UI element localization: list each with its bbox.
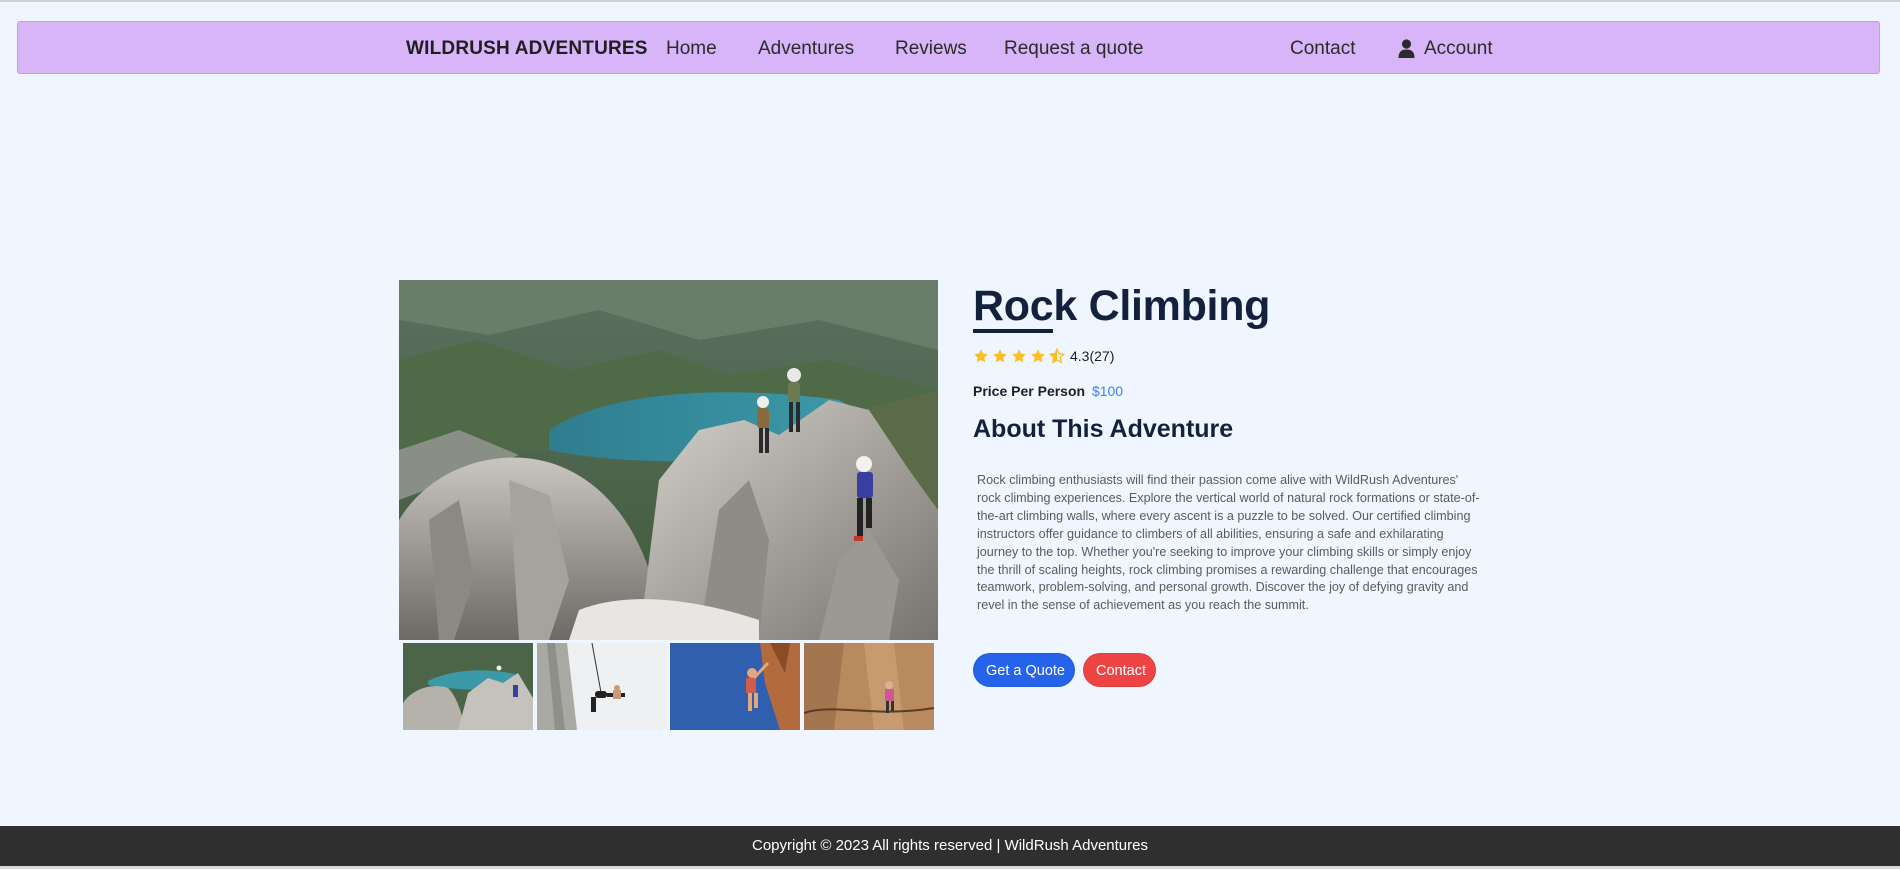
star-half-icon xyxy=(1049,348,1065,364)
star-full-icon xyxy=(1011,348,1027,364)
star-full-icon xyxy=(973,348,989,364)
rating-score: 4.3(27) xyxy=(1070,348,1115,364)
user-icon xyxy=(1398,39,1415,58)
navbar: WILDRUSH ADVENTURES Home Adventures Revi… xyxy=(17,21,1880,74)
adventure-description: Rock climbing enthusiasts will find thei… xyxy=(977,473,1480,613)
nav-contact-link[interactable]: Contact xyxy=(1290,22,1355,75)
thumbnail-1[interactable] xyxy=(403,643,533,730)
thumbnail-3[interactable] xyxy=(670,643,800,730)
adventure-title: Rock Climbing xyxy=(973,282,1271,330)
brand-logo[interactable]: WILDRUSH ADVENTURES xyxy=(406,22,648,75)
thumbnail-4[interactable] xyxy=(804,643,934,730)
price-row: Price Per Person $100 xyxy=(973,383,1123,399)
star-full-icon xyxy=(1030,348,1046,364)
account-label: Account xyxy=(1424,38,1493,59)
nav-request-quote-link[interactable]: Request a quote xyxy=(1004,22,1143,75)
price-label: Price Per Person xyxy=(973,383,1086,399)
get-quote-button[interactable]: Get a Quote xyxy=(973,653,1075,687)
nav-adventures-link[interactable]: Adventures xyxy=(758,22,854,75)
about-heading: About This Adventure xyxy=(973,415,1234,443)
star-full-icon xyxy=(992,348,1008,364)
footer-copyright: Copyright © 2023 All rights reserved | W… xyxy=(752,837,1148,854)
main-adventure-image xyxy=(399,280,938,640)
nav-account-link[interactable]: Account xyxy=(1398,22,1493,75)
thumbnail-2[interactable] xyxy=(537,643,667,730)
nav-home-link[interactable]: Home xyxy=(666,22,717,75)
contact-button[interactable]: Contact xyxy=(1083,653,1156,687)
rating: 4.3(27) xyxy=(973,348,1114,364)
footer: Copyright © 2023 All rights reserved | W… xyxy=(0,826,1900,866)
top-border xyxy=(0,0,1900,2)
nav-reviews-link[interactable]: Reviews xyxy=(895,22,967,75)
price-value: $100 xyxy=(1091,383,1124,399)
title-underline xyxy=(973,329,1053,333)
